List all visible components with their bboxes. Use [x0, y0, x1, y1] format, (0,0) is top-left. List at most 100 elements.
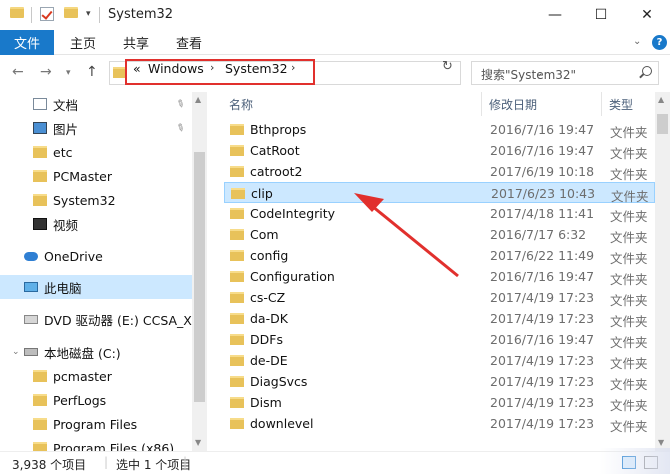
folder-icon [230, 124, 244, 135]
table-row[interactable]: Dism 2017/4/19 17:23 文件夹 [224, 392, 655, 413]
table-row[interactable]: Configuration 2016/7/16 19:47 文件夹 [224, 266, 655, 287]
table-row[interactable]: downlevel 2017/4/19 17:23 文件夹 [224, 413, 655, 434]
nav-item-label: Program Files (x86) [53, 440, 175, 452]
table-row[interactable]: da-DK 2017/4/19 17:23 文件夹 [224, 308, 655, 329]
nav-item-label: 图片 [53, 121, 79, 137]
file-modified-date: 2017/4/18 11:41 [490, 206, 595, 221]
scrollbar-thumb[interactable] [194, 152, 205, 402]
nav-item-perflogs[interactable]: PerfLogs [0, 388, 192, 412]
column-header-type[interactable]: 类型 [609, 92, 633, 116]
nav-item-label: PCMaster [53, 168, 112, 184]
table-row[interactable]: de-DE 2017/4/19 17:23 文件夹 [224, 350, 655, 371]
tab-home[interactable]: 主页 [70, 30, 96, 55]
search-icon[interactable] [642, 66, 652, 76]
nav-item-this-pc[interactable]: 此电脑 [0, 275, 192, 299]
refresh-icon[interactable]: ↻ [442, 59, 453, 74]
breadcrumb-system32[interactable]: System32 [225, 61, 288, 76]
file-type: 文件夹 [610, 335, 648, 350]
table-row[interactable]: cs-CZ 2017/4/19 17:23 文件夹 [224, 287, 655, 308]
file-name: DiagSvcs [250, 374, 308, 389]
nav-item-etc[interactable]: etc [0, 140, 192, 164]
table-row[interactable]: CatRoot 2016/7/16 19:47 文件夹 [224, 140, 655, 161]
file-type: 文件夹 [610, 377, 648, 392]
nav-item-pcmaster[interactable]: PCMaster [0, 164, 192, 188]
nav-item-local-disk[interactable]: ⌄ 本地磁盘 (C:) [0, 340, 192, 364]
file-type: 文件夹 [610, 230, 648, 245]
forward-arrow-icon[interactable]: → [40, 64, 52, 80]
expand-ribbon-icon[interactable]: ⌄ [633, 36, 641, 47]
nav-item-program-files[interactable]: Program Files [0, 412, 192, 436]
status-divider: | [104, 455, 109, 469]
table-row[interactable]: Bthprops 2016/7/16 19:47 文件夹 [224, 119, 655, 140]
nav-item-label: DVD 驱动器 (E:) CCSA_X64 [44, 312, 207, 328]
pin-icon[interactable]: ✎ [174, 121, 187, 135]
file-type: 文件夹 [610, 419, 648, 434]
table-row[interactable]: Com 2016/7/17 6:32 文件夹 [224, 224, 655, 245]
file-modified-date: 2016/7/16 19:47 [490, 332, 595, 347]
file-modified-date: 2016/7/17 6:32 [490, 227, 587, 242]
pin-icon[interactable]: ✎ [174, 97, 187, 111]
file-modified-date: 2017/6/22 11:49 [490, 248, 595, 263]
collapse-chevron-icon[interactable]: ⌄ [12, 347, 20, 357]
table-row[interactable]: DDFs 2016/7/16 19:47 文件夹 [224, 329, 655, 350]
scrollbar-thumb[interactable] [657, 114, 668, 134]
table-row[interactable]: CodeIntegrity 2017/4/18 11:41 文件夹 [224, 203, 655, 224]
file-list-scrollbar[interactable]: ▲ ▼ [655, 92, 670, 451]
table-row[interactable]: catroot2 2017/6/19 10:18 文件夹 [224, 161, 655, 182]
table-row-selected[interactable]: clip 2017/6/23 10:43 文件夹 [224, 182, 655, 204]
nav-item-onedrive[interactable]: OneDrive [0, 244, 192, 268]
tab-share[interactable]: 共享 [123, 30, 149, 55]
minimize-button[interactable]: — [532, 0, 578, 30]
table-row[interactable]: config 2017/6/22 11:49 文件夹 [224, 245, 655, 266]
close-button[interactable]: ✕ [624, 0, 670, 30]
nav-item-documents[interactable]: 文档 ✎ [0, 92, 192, 116]
up-arrow-icon[interactable]: ↑ [86, 64, 98, 80]
nav-item-system32[interactable]: System32 [0, 188, 192, 212]
help-button[interactable]: ? [652, 35, 667, 50]
column-header-modified[interactable]: 修改日期 [489, 92, 537, 116]
nav-item-pcmaster-folder[interactable]: pcmaster [0, 364, 192, 388]
nav-item-pictures[interactable]: 图片 ✎ [0, 116, 192, 140]
column-divider[interactable] [601, 92, 602, 116]
folder-icon [33, 370, 47, 382]
file-name: catroot2 [250, 164, 303, 179]
customize-toolbar-icon[interactable]: ▾ [86, 9, 91, 25]
nav-pane-scrollbar[interactable]: ▲ ▼ [192, 92, 207, 451]
breadcrumb-windows[interactable]: Windows [148, 61, 204, 76]
selection-count: 选中 1 个项目 [116, 458, 192, 472]
nav-item-label: 此电脑 [44, 280, 82, 296]
scroll-up-arrow-icon[interactable]: ▲ [658, 95, 664, 104]
back-arrow-icon[interactable]: ← [12, 64, 24, 80]
file-name: downlevel [250, 416, 314, 431]
file-type: 文件夹 [610, 272, 648, 287]
file-modified-date: 2017/6/19 10:18 [490, 164, 595, 179]
breadcrumb-overflow[interactable]: « [133, 61, 141, 76]
recent-locations-icon[interactable]: ▾ [66, 68, 71, 78]
file-name: cs-CZ [250, 290, 286, 305]
nav-item-label: OneDrive [44, 248, 103, 264]
folder-icon [230, 250, 244, 261]
nav-item-label: PerfLogs [53, 392, 107, 408]
nav-item-videos[interactable]: 视频 [0, 212, 192, 236]
folder-icon [33, 194, 47, 206]
properties-icon[interactable] [40, 7, 54, 21]
search-placeholder: 搜索"System32" [481, 68, 577, 82]
breadcrumb-separator[interactable]: › [210, 61, 214, 74]
nav-item-dvd-drive[interactable]: DVD 驱动器 (E:) CCSA_X64 [0, 307, 207, 331]
column-header-name[interactable]: 名称 [229, 92, 253, 116]
folder-icon [33, 394, 47, 406]
maximize-button[interactable]: ☐ [578, 0, 624, 30]
nav-item-label: System32 [53, 192, 116, 208]
folder-icon [230, 313, 244, 324]
scroll-up-arrow-icon[interactable]: ▲ [195, 95, 201, 104]
scroll-down-arrow-icon[interactable]: ▼ [658, 438, 664, 447]
column-divider[interactable] [481, 92, 482, 116]
table-row[interactable]: DiagSvcs 2017/4/19 17:23 文件夹 [224, 371, 655, 392]
breadcrumb-separator[interactable]: › [291, 61, 295, 74]
new-folder-icon[interactable] [64, 7, 78, 18]
nav-item-program-files-x86[interactable]: Program Files (x86) [0, 436, 192, 451]
scroll-down-arrow-icon[interactable]: ▼ [195, 438, 201, 447]
tab-view[interactable]: 查看 [176, 30, 202, 55]
search-input[interactable]: 搜索"System32" [471, 61, 659, 85]
tab-file[interactable]: 文件 [0, 30, 54, 55]
